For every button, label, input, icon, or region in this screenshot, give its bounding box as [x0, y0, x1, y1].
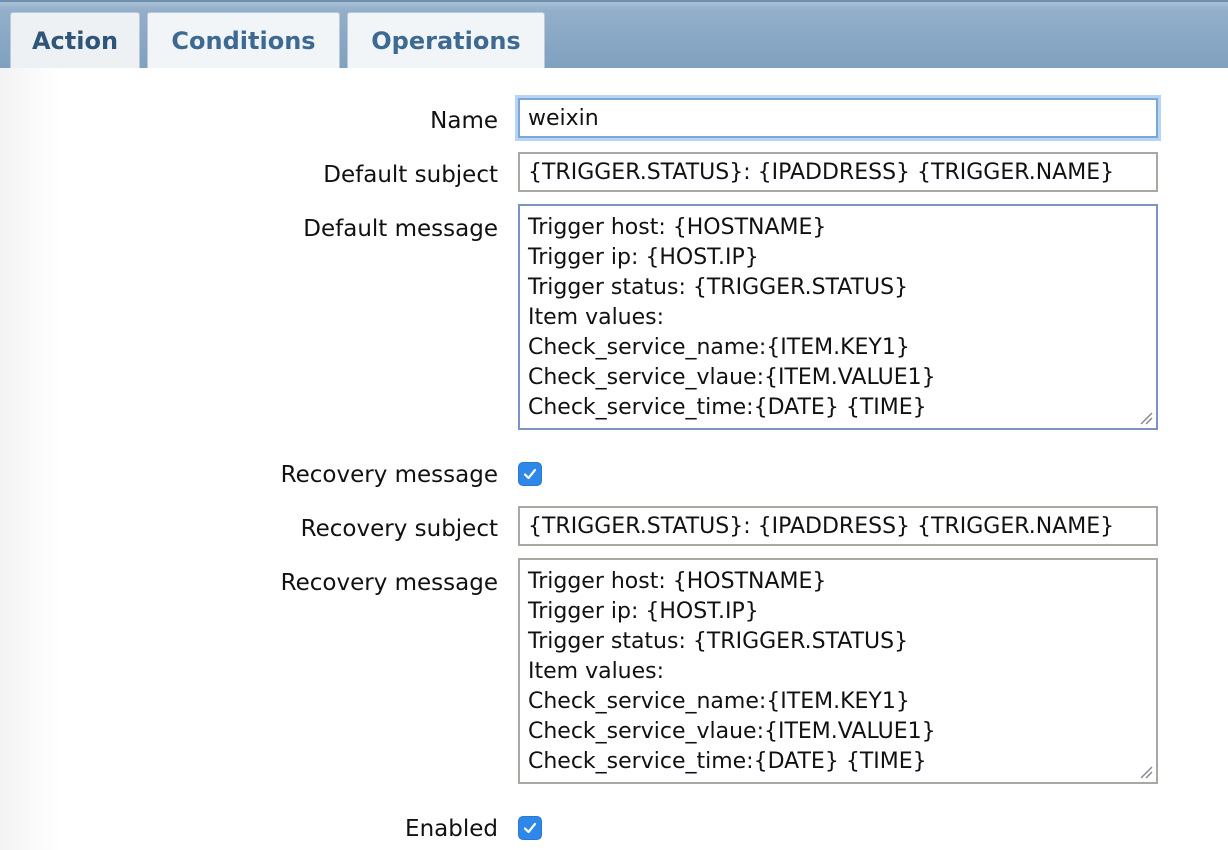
default-message-label: Default message: [303, 216, 498, 242]
default-message-line: Check_service_name:{ITEM.KEY1}: [528, 335, 910, 360]
recovery-message-line: Check_service_time:{DATE} {TIME}: [528, 749, 927, 774]
default-message-line: Check_service_time:{DATE} {TIME}: [528, 395, 927, 420]
tab-action[interactable]: Action: [10, 12, 140, 70]
name-label: Name: [430, 108, 498, 134]
default-message-textarea[interactable]: Trigger host: {HOSTNAME} Trigger ip: {HO…: [518, 204, 1158, 430]
recovery-message-line: Trigger status: {TRIGGER.STATUS}: [528, 629, 909, 654]
tab-conditions[interactable]: Conditions: [147, 12, 340, 70]
default-message-line: Trigger status: {TRIGGER.STATUS}: [528, 275, 909, 300]
default-message-line: Check_service_vlaue:{ITEM.VALUE1}: [528, 365, 936, 390]
enabled-checkbox[interactable]: [518, 816, 542, 840]
default-subject-label: Default subject: [323, 162, 498, 188]
recovery-message-line: Check_service_vlaue:{ITEM.VALUE1}: [528, 719, 936, 744]
recovery-message-textarea[interactable]: Trigger host: {HOSTNAME} Trigger ip: {HO…: [518, 558, 1158, 784]
enabled-label: Enabled: [405, 816, 498, 842]
recovery-message-checkbox[interactable]: [518, 462, 542, 486]
checkmark-icon: [523, 822, 537, 834]
recovery-message-toggle-label: Recovery message: [280, 462, 498, 488]
default-message-line: Item values:: [528, 305, 665, 330]
default-message-line: Trigger ip: {HOST.IP}: [528, 245, 759, 270]
recovery-message-line: Trigger host: {HOSTNAME}: [528, 569, 827, 594]
recovery-subject-input[interactable]: {TRIGGER.STATUS}: {IPADDRESS} {TRIGGER.N…: [518, 506, 1158, 546]
checkmark-icon: [523, 468, 537, 480]
recovery-message-label: Recovery message: [280, 570, 498, 596]
tab-operations[interactable]: Operations: [347, 12, 545, 70]
recovery-message-line: Item values:: [528, 659, 665, 684]
default-subject-input[interactable]: {TRIGGER.STATUS}: {IPADDRESS} {TRIGGER.N…: [518, 152, 1158, 192]
resize-grip-icon[interactable]: [1139, 411, 1153, 425]
resize-grip-icon[interactable]: [1139, 765, 1153, 779]
recovery-message-line: Check_service_name:{ITEM.KEY1}: [528, 689, 910, 714]
action-form: Name weixin Default subject {TRIGGER.STA…: [0, 68, 1228, 850]
name-input[interactable]: weixin: [518, 98, 1158, 138]
tab-bar: Action Conditions Operations: [0, 0, 1228, 70]
recovery-message-line: Trigger ip: {HOST.IP}: [528, 599, 759, 624]
recovery-subject-label: Recovery subject: [300, 516, 498, 542]
default-message-line: Trigger host: {HOSTNAME}: [528, 215, 827, 240]
